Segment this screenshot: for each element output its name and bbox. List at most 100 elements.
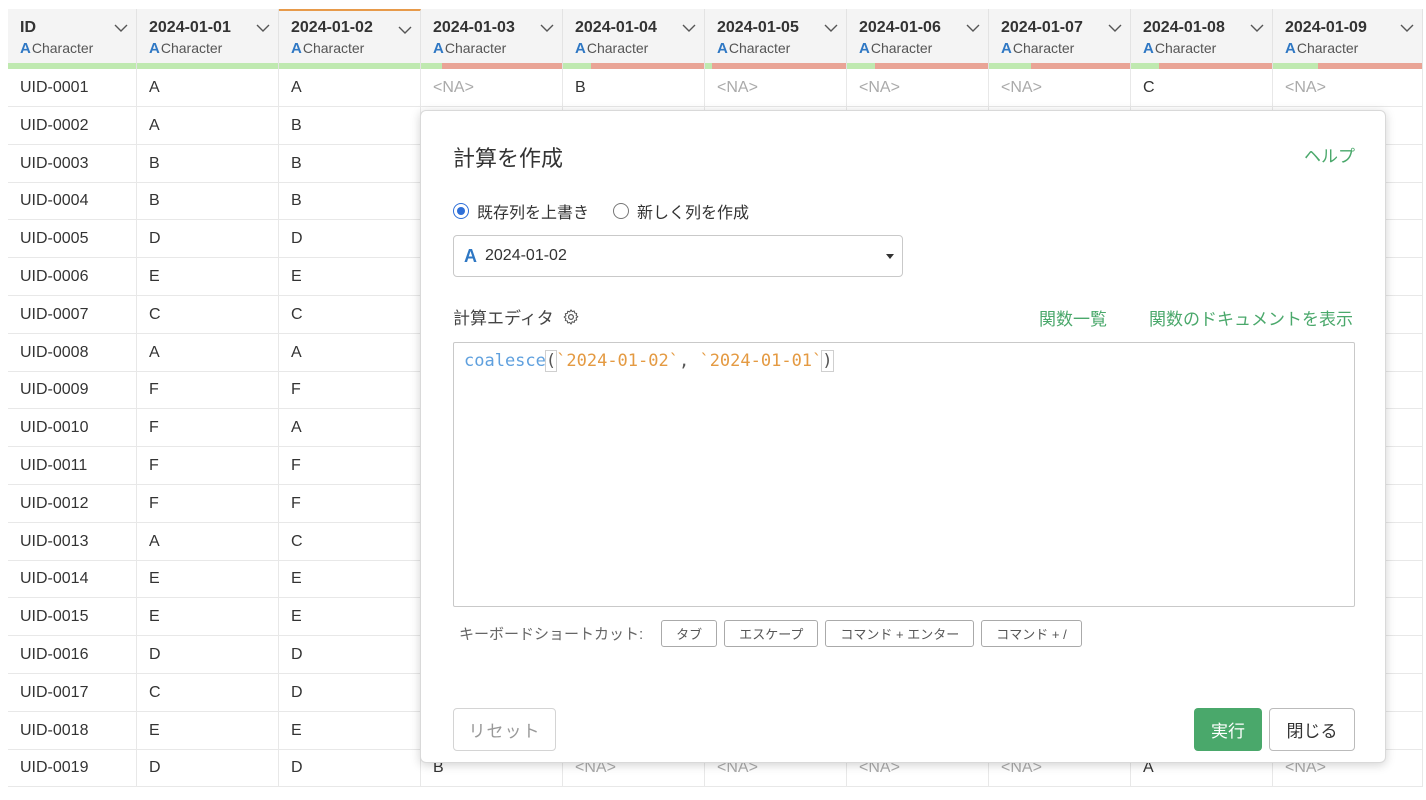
- chevron-down-icon[interactable]: [398, 25, 412, 35]
- table-cell[interactable]: UID-0017: [8, 673, 137, 712]
- column-header[interactable]: 2024-01-08 ACharacter: [1131, 9, 1273, 69]
- table-cell[interactable]: <NA>: [1273, 69, 1423, 107]
- table-cell[interactable]: E: [137, 560, 279, 599]
- table-cell[interactable]: A: [137, 106, 279, 145]
- chevron-down-icon[interactable]: [824, 23, 838, 33]
- table-cell[interactable]: UID-0008: [8, 333, 137, 372]
- table-cell[interactable]: UID-0002: [8, 106, 137, 145]
- table-cell[interactable]: UID-0007: [8, 295, 137, 334]
- column-header[interactable]: ID ACharacter: [8, 9, 137, 69]
- table-cell[interactable]: UID-0016: [8, 636, 137, 674]
- table-cell[interactable]: D: [137, 636, 279, 674]
- close-button[interactable]: 閉じる: [1269, 708, 1355, 751]
- function-list-link[interactable]: 関数一覧: [1039, 305, 1107, 330]
- table-cell[interactable]: B: [137, 182, 279, 221]
- table-cell[interactable]: UID-0015: [8, 598, 137, 637]
- table-cell[interactable]: F: [137, 371, 279, 410]
- table-cell[interactable]: B: [563, 69, 705, 107]
- column-header[interactable]: 2024-01-02 ACharacter: [279, 9, 421, 69]
- chevron-down-icon[interactable]: [1108, 23, 1122, 33]
- help-link[interactable]: ヘルプ: [1304, 142, 1355, 167]
- table-cell[interactable]: <NA>: [847, 69, 989, 107]
- chevron-down-icon[interactable]: [966, 23, 980, 33]
- table-cell[interactable]: E: [137, 598, 279, 637]
- chevron-down-icon[interactable]: [540, 23, 554, 33]
- table-cell[interactable]: D: [279, 220, 421, 259]
- chevron-down-icon[interactable]: [256, 23, 270, 33]
- table-cell[interactable]: C: [1131, 69, 1273, 107]
- table-cell[interactable]: F: [279, 447, 421, 485]
- table-cell[interactable]: UID-0012: [8, 484, 137, 523]
- radio-create-new-column[interactable]: 新しく列を作成: [613, 199, 749, 223]
- table-cell[interactable]: UID-0014: [8, 560, 137, 599]
- table-cell[interactable]: C: [279, 295, 421, 334]
- column-type: ACharacter: [1285, 40, 1412, 57]
- shortcut-command-enter: コマンド + エンター: [825, 620, 975, 647]
- table-cell[interactable]: UID-0001: [8, 69, 137, 107]
- column-header[interactable]: 2024-01-03 ACharacter: [421, 9, 563, 69]
- table-cell[interactable]: F: [137, 447, 279, 485]
- table-cell[interactable]: A: [279, 409, 421, 448]
- calculation-editor[interactable]: coalesce(`2024-01-02`, `2024-01-01`): [453, 342, 1355, 607]
- column-header[interactable]: 2024-01-05 ACharacter: [705, 9, 847, 69]
- table-cell[interactable]: UID-0009: [8, 371, 137, 410]
- table-cell[interactable]: B: [279, 182, 421, 221]
- table-cell[interactable]: A: [137, 522, 279, 561]
- table-cell[interactable]: A: [279, 69, 421, 107]
- table-cell[interactable]: E: [279, 711, 421, 750]
- table-cell[interactable]: <NA>: [705, 69, 847, 107]
- table-cell[interactable]: A: [137, 69, 279, 107]
- radio-unselected-icon[interactable]: [613, 203, 630, 219]
- table-cell[interactable]: E: [279, 560, 421, 599]
- column-select[interactable]: A 2024-01-02: [453, 235, 903, 277]
- table-cell[interactable]: D: [279, 749, 421, 788]
- table-cell[interactable]: D: [279, 636, 421, 674]
- table-cell[interactable]: D: [137, 749, 279, 788]
- table-cell[interactable]: UID-0019: [8, 749, 137, 788]
- table-cell[interactable]: UID-0011: [8, 447, 137, 485]
- table-cell[interactable]: A: [137, 333, 279, 372]
- function-docs-link[interactable]: 関数のドキュメントを表示: [1149, 305, 1353, 330]
- table-cell[interactable]: UID-0005: [8, 220, 137, 259]
- table-cell[interactable]: UID-0006: [8, 258, 137, 296]
- table-cell[interactable]: F: [279, 371, 421, 410]
- column-header[interactable]: 2024-01-09 ACharacter: [1273, 9, 1423, 69]
- table-cell[interactable]: UID-0013: [8, 522, 137, 561]
- table-cell[interactable]: D: [279, 673, 421, 712]
- column-header[interactable]: 2024-01-06 ACharacter: [847, 9, 989, 69]
- column-type-label: Character: [586, 40, 649, 56]
- gear-icon[interactable]: [562, 308, 580, 326]
- table-cell[interactable]: B: [279, 106, 421, 145]
- column-header[interactable]: 2024-01-01 ACharacter: [137, 9, 279, 69]
- chevron-down-icon[interactable]: [1250, 23, 1264, 33]
- table-cell[interactable]: E: [137, 711, 279, 750]
- table-cell[interactable]: F: [137, 484, 279, 523]
- chevron-down-icon[interactable]: [114, 23, 128, 33]
- table-cell[interactable]: C: [137, 673, 279, 712]
- column-header[interactable]: 2024-01-04 ACharacter: [563, 9, 705, 69]
- table-cell[interactable]: <NA>: [989, 69, 1131, 107]
- radio-overwrite-column[interactable]: 既存列を上書き: [453, 199, 589, 223]
- chevron-down-icon[interactable]: [1400, 23, 1414, 33]
- reset-button[interactable]: リセット: [453, 708, 556, 751]
- table-cell[interactable]: UID-0010: [8, 409, 137, 448]
- table-cell[interactable]: <NA>: [421, 69, 563, 107]
- table-cell[interactable]: C: [279, 522, 421, 561]
- run-button[interactable]: 実行: [1194, 708, 1262, 751]
- table-cell[interactable]: E: [279, 258, 421, 296]
- chevron-down-icon[interactable]: [682, 23, 696, 33]
- table-cell[interactable]: B: [279, 144, 421, 183]
- table-cell[interactable]: E: [279, 598, 421, 637]
- table-cell[interactable]: UID-0004: [8, 182, 137, 221]
- table-cell[interactable]: F: [137, 409, 279, 448]
- column-header[interactable]: 2024-01-07 ACharacter: [989, 9, 1131, 69]
- table-cell[interactable]: F: [279, 484, 421, 523]
- table-cell[interactable]: C: [137, 295, 279, 334]
- table-cell[interactable]: UID-0003: [8, 144, 137, 183]
- table-cell[interactable]: B: [137, 144, 279, 183]
- radio-selected-icon[interactable]: [453, 203, 469, 219]
- table-cell[interactable]: A: [279, 333, 421, 372]
- table-cell[interactable]: E: [137, 258, 279, 296]
- table-cell[interactable]: UID-0018: [8, 711, 137, 750]
- table-cell[interactable]: D: [137, 220, 279, 259]
